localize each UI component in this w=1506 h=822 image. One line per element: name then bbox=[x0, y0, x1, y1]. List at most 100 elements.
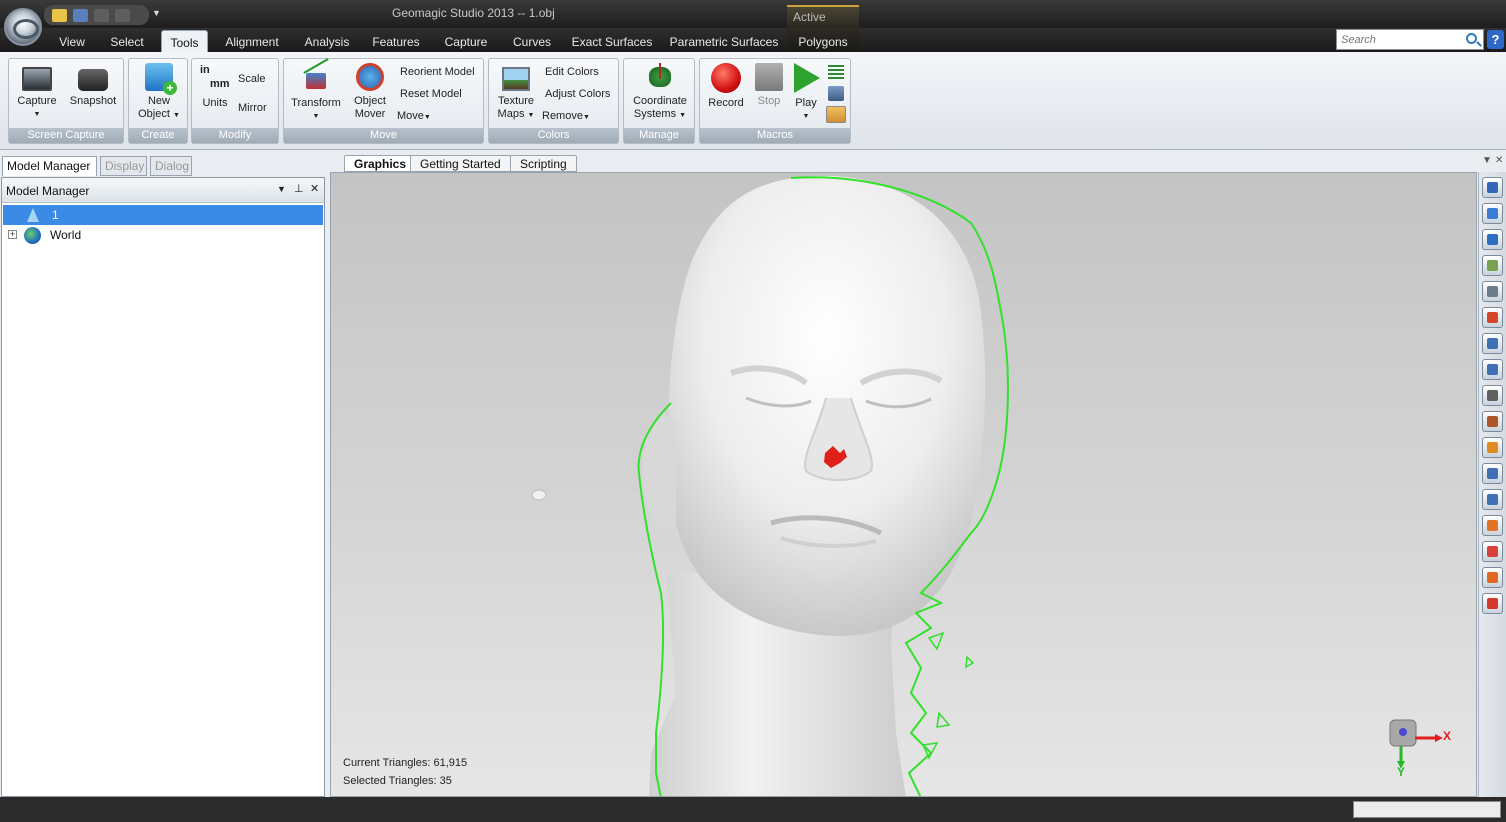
doc-menu-icon[interactable]: ▼ bbox=[1482, 155, 1492, 166]
tab-exact-surfaces[interactable]: Exact Surfaces bbox=[570, 30, 654, 52]
tab-scripting[interactable]: Scripting bbox=[510, 155, 577, 172]
ear-surface bbox=[642, 413, 676, 531]
search-box bbox=[1336, 29, 1484, 50]
macro-editor-icon[interactable] bbox=[828, 86, 844, 101]
stop-button[interactable]: Stop bbox=[750, 63, 788, 108]
select-through-button[interactable] bbox=[1482, 437, 1503, 458]
application-window: ▼ Geomagic Studio 2013 -- 1.obj Active V… bbox=[0, 0, 1506, 822]
group-label: Screen Capture bbox=[9, 128, 123, 143]
context-tab-header: Active bbox=[787, 5, 859, 28]
redo-icon[interactable] bbox=[115, 8, 130, 22]
select-all-icon bbox=[1487, 468, 1498, 479]
tab-dialog[interactable]: Dialog bbox=[150, 156, 192, 176]
move-button[interactable]: Move▼ bbox=[397, 110, 431, 122]
tab-polygons[interactable]: Polygons bbox=[793, 30, 853, 52]
object-mover-icon bbox=[356, 63, 384, 91]
tree-item-world[interactable]: + World bbox=[2, 225, 324, 245]
triad-x-label: X bbox=[1443, 729, 1452, 743]
tab-select[interactable]: Select bbox=[104, 30, 150, 52]
model-manager-panel: Model Manager ▼ ⊥ ✕ 1 + World bbox=[1, 177, 325, 797]
render-button[interactable] bbox=[1482, 307, 1503, 328]
title-bar: ▼ Geomagic Studio 2013 -- 1.obj Active bbox=[0, 0, 1506, 28]
transform-button[interactable]: Transform ▼ bbox=[288, 58, 344, 123]
ribbon: Capture ▼ Snapshot Screen Capture + New … bbox=[0, 52, 1506, 150]
qat-dropdown-icon[interactable]: ▼ bbox=[152, 8, 161, 18]
application-menu-button[interactable] bbox=[4, 8, 42, 46]
select-connected-button[interactable] bbox=[1482, 515, 1503, 536]
snapshot-button[interactable]: Snapshot bbox=[67, 63, 119, 108]
tab-graphics[interactable]: Graphics bbox=[344, 155, 417, 172]
tab-capture[interactable]: Capture bbox=[438, 30, 494, 52]
undo-icon[interactable] bbox=[94, 8, 109, 22]
group-label: Create bbox=[129, 128, 187, 143]
play-button[interactable]: Play ▼ bbox=[788, 63, 824, 123]
panel-menu-icon[interactable]: ▼ bbox=[277, 184, 286, 194]
tab-getting-started[interactable]: Getting Started bbox=[410, 155, 511, 172]
object-mover-button[interactable]: Object Mover bbox=[346, 63, 394, 121]
select-by-curvature-button[interactable] bbox=[1482, 567, 1503, 588]
zoom-button[interactable] bbox=[1482, 281, 1503, 302]
help-icon[interactable]: ? bbox=[1487, 30, 1504, 49]
tab-view[interactable]: View bbox=[52, 30, 92, 52]
graphics-viewport[interactable]: X Y Current Triangles: 61,915 Selected T… bbox=[330, 172, 1477, 797]
pin-icon[interactable]: ⊥ bbox=[294, 182, 304, 195]
lasso-select-button[interactable] bbox=[1482, 359, 1503, 380]
stop-icon bbox=[755, 63, 783, 91]
view-toolbar bbox=[1478, 172, 1506, 797]
camera-icon bbox=[78, 69, 108, 91]
select-edge-button[interactable] bbox=[1482, 593, 1503, 614]
open-icon[interactable] bbox=[52, 8, 67, 22]
line-select-button[interactable] bbox=[1482, 385, 1503, 406]
tab-curves[interactable]: Curves bbox=[507, 30, 557, 52]
select-manifold-icon bbox=[1487, 546, 1498, 557]
doc-close-icon[interactable]: ✕ bbox=[1495, 155, 1503, 166]
fit-view-icon bbox=[1487, 234, 1498, 245]
mirror-button[interactable]: Mirror bbox=[238, 102, 267, 114]
search-icon[interactable] bbox=[1466, 33, 1477, 44]
panel-title: Model Manager bbox=[6, 184, 90, 198]
tab-parametric-surfaces[interactable]: Parametric Surfaces bbox=[668, 30, 780, 52]
tab-features[interactable]: Features bbox=[366, 30, 426, 52]
remove-colors-button[interactable]: Remove▼ bbox=[542, 110, 590, 122]
adjust-colors-button[interactable]: Adjust Colors bbox=[545, 88, 610, 100]
new-object-button[interactable]: + New Object ▼ bbox=[133, 63, 185, 122]
save-icon[interactable] bbox=[73, 8, 88, 22]
model-view-button[interactable] bbox=[1482, 177, 1503, 198]
chevron-down-icon: ▼ bbox=[802, 113, 810, 120]
current-triangles-stat: Current Triangles: 61,915 bbox=[343, 757, 468, 769]
scale-button[interactable]: Scale bbox=[238, 73, 266, 85]
select-manifold-button[interactable] bbox=[1482, 541, 1503, 562]
record-button[interactable]: Record bbox=[704, 63, 748, 110]
chevron-down-icon: ▼ bbox=[312, 113, 320, 120]
tab-display[interactable]: Display bbox=[100, 156, 147, 176]
select-all-button[interactable] bbox=[1482, 463, 1503, 484]
coordinate-systems-button[interactable]: Coordinate Systems ▼ bbox=[628, 63, 692, 122]
tab-tools[interactable]: Tools bbox=[161, 30, 208, 52]
macro-open-icon[interactable] bbox=[826, 106, 846, 123]
select-visible-button[interactable] bbox=[1482, 489, 1503, 510]
close-icon[interactable]: ✕ bbox=[310, 182, 319, 195]
reset-model-button[interactable]: Reset Model bbox=[400, 88, 462, 100]
background-button[interactable] bbox=[1482, 255, 1503, 276]
capture-button[interactable]: Capture ▼ bbox=[13, 63, 61, 121]
monitor-icon bbox=[22, 67, 52, 91]
units-button[interactable]: in mm Units bbox=[196, 63, 234, 110]
rect-select-button[interactable] bbox=[1482, 333, 1503, 354]
play-icon bbox=[794, 63, 820, 93]
tab-model-manager[interactable]: Model Manager bbox=[2, 156, 97, 176]
edit-colors-button[interactable]: Edit Colors bbox=[545, 66, 599, 78]
paint-select-button[interactable] bbox=[1482, 411, 1503, 432]
mesh-model-icon bbox=[27, 208, 39, 222]
macro-list-icon[interactable] bbox=[828, 65, 844, 80]
tab-alignment[interactable]: Alignment bbox=[218, 30, 286, 52]
texture-map-icon bbox=[502, 67, 530, 91]
expand-icon[interactable]: + bbox=[8, 230, 17, 239]
lasso-select-icon bbox=[1487, 364, 1498, 375]
fit-view-button[interactable] bbox=[1482, 229, 1503, 250]
tab-analysis[interactable]: Analysis bbox=[299, 30, 355, 52]
tree-item-model[interactable]: 1 bbox=[3, 205, 323, 225]
texture-maps-button[interactable]: Texture Maps ▼ bbox=[493, 63, 539, 122]
rotate-button[interactable] bbox=[1482, 203, 1503, 224]
search-input[interactable] bbox=[1337, 30, 1459, 49]
reorient-model-button[interactable]: Reorient Model bbox=[400, 66, 475, 78]
